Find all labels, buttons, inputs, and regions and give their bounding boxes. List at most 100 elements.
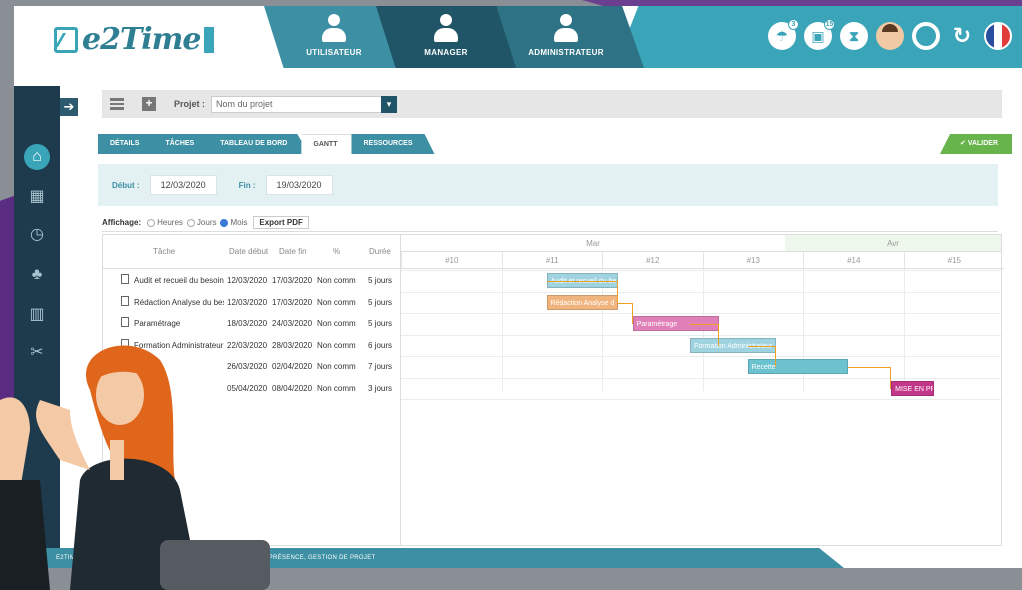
valider-button[interactable]: ✔ VALIDER (940, 134, 1012, 154)
logo-text: e2Time (82, 22, 202, 57)
option-mois-label: Mois (230, 218, 248, 227)
sidebar: ➔ ⌂ ▦ ◷ ♣ ▥ ✂ (14, 86, 78, 554)
grid-line (401, 313, 1001, 314)
task-duration: 5 jours (368, 319, 393, 328)
tab-gantt[interactable]: GANTT (301, 134, 360, 154)
chevron-down-icon: ▾ (381, 95, 398, 113)
dependency-link (690, 324, 719, 346)
month-header: Avr (785, 235, 1001, 252)
col-date-debut: Date début (229, 247, 269, 256)
task-name: Formation Administrateur (134, 340, 224, 350)
wallet-icon[interactable]: ▣ 15 (804, 19, 835, 50)
user-icon (321, 14, 347, 42)
task-end: 28/03/2020 (272, 340, 313, 350)
week-header: #13 (702, 252, 803, 269)
fin-date-field[interactable]: 19/03/2020 (265, 175, 333, 195)
task-name: UCTION (134, 383, 165, 393)
debut-date-field[interactable]: 12/03/2020 (149, 175, 217, 195)
radio-jours[interactable] (186, 218, 195, 227)
export-pdf-button[interactable]: Export PDF (253, 216, 309, 229)
radio-mois[interactable] (220, 218, 229, 227)
col-tache: Tâche (153, 247, 176, 256)
gantt-task-table: Tâche Date début Date fin % Durée Audit … (103, 235, 401, 545)
logo[interactable]: e2Time (54, 22, 214, 57)
affichage-label: Affichage: (102, 218, 142, 227)
task-start: 12/03/2020 (227, 276, 268, 285)
radio-heures[interactable] (147, 218, 156, 227)
gantt-chart: Tâche Date début Date fin % Durée Audit … (102, 234, 1004, 546)
col-date-fin: Date fin (279, 247, 307, 256)
tab-ressources[interactable]: RESSOURCES (351, 134, 435, 154)
document-icon (121, 295, 129, 306)
table-row[interactable]: Rédaction Analyse du bes 12/03/2020 17/03/… (103, 292, 401, 313)
week-header: #12 (602, 252, 703, 269)
manager-icon (433, 14, 459, 42)
sidebar-toggle-arrow-icon[interactable]: ➔ (60, 98, 78, 116)
document-icon (121, 274, 129, 284)
col-duree: Durée (369, 247, 391, 256)
week-header: #14 (803, 252, 904, 269)
role-label: UTILISATEUR (306, 48, 362, 57)
document-icon (121, 381, 129, 392)
refresh-icon[interactable]: ↻ (948, 22, 976, 50)
role-label: ADMINISTRATEUR (528, 48, 604, 57)
flag-fr-icon[interactable] (984, 22, 1012, 50)
task-duration: 3 jours (368, 383, 393, 393)
tab-details[interactable]: DÉTAILS (98, 134, 162, 154)
task-duration: 5 jours (368, 297, 393, 307)
app-window: e2Time UTILISATEUR ADMINISTRATEUR MANAGE… (14, 6, 1022, 568)
table-row[interactable]: Formation Administrateur 22/03/2020 28/03/… (103, 335, 401, 356)
power-icon[interactable] (912, 22, 940, 50)
gantt-timeline: Mar Avr #10 #11 #12 #13 #14 #15 Audit et recu… (401, 235, 1004, 545)
vacation-icon[interactable]: ☂ 3 (768, 19, 799, 50)
task-name: Rédaction Analyse du bes (134, 297, 224, 307)
clock-icon[interactable]: ◷ (24, 222, 50, 248)
task-duration: 6 jours (368, 340, 393, 350)
main-content: + Projet : Nom du projet ▾ DÉTAILS TÂCHE… (94, 88, 1012, 548)
task-end: 24/03/2020 (272, 319, 313, 328)
tab-tableau-de-bord[interactable]: TABLEAU DE BORD (208, 134, 310, 154)
table-row[interactable]: Paramétrage 18/03/2020 24/03/2020 Non comm 5… (103, 313, 401, 334)
logo-badge (203, 26, 214, 53)
col-pct: % (333, 247, 341, 256)
gantt-table-header: Tâche Date début Date fin % Durée (103, 235, 401, 269)
report-icon[interactable]: ▥ (24, 302, 50, 328)
wallet-count: 15 (824, 19, 835, 30)
vacation-count: 3 (788, 19, 799, 30)
project-toolbar: + Projet : Nom du projet ▾ (102, 90, 1002, 118)
dependency-link (618, 302, 633, 324)
fin-label: Fin : (238, 180, 256, 190)
grid-line (401, 399, 1001, 400)
task-end: 02/04/2020 (272, 362, 313, 371)
calendar-icon[interactable]: ▦ (24, 184, 50, 210)
task-name: Paramétrage (134, 319, 181, 328)
task-pct: Non comm (317, 319, 356, 328)
gantt-bar[interactable]: MISE EN PR (891, 380, 935, 396)
avatar-icon[interactable] (876, 22, 904, 50)
projet-select[interactable]: Nom du projet ▾ (211, 95, 398, 113)
header-actions: ☂ 3 ▣ 15 ⧗ ↻ (768, 19, 1012, 50)
dependency-link (747, 345, 777, 367)
dependency-link (546, 281, 619, 303)
document-icon (121, 317, 129, 327)
tab-taches[interactable]: TÂCHES (153, 134, 217, 154)
table-row[interactable]: UCTION 05/04/2020 08/04/2020 Non comm 3 jour… (103, 378, 401, 399)
grid-line (501, 269, 503, 391)
document-icon (121, 360, 129, 370)
list-icon[interactable] (110, 98, 124, 110)
add-icon[interactable]: + (142, 97, 156, 111)
hourglass-icon[interactable]: ⧗ (840, 22, 868, 50)
role-label: MANAGER (424, 48, 468, 57)
table-row[interactable]: 26/03/2020 02/04/2020 Non comm 7 jours (103, 356, 401, 377)
home-icon[interactable]: ⌂ (24, 144, 50, 170)
team-icon[interactable]: ♣ (24, 262, 50, 288)
role-manager[interactable]: MANAGER (376, 6, 516, 68)
display-options: Affichage: Heures Jours Mois Export PDF (102, 214, 998, 232)
task-start: 26/03/2020 (227, 362, 268, 371)
tools-icon[interactable]: ✂ (24, 340, 50, 366)
task-pct: Non comm (317, 340, 356, 350)
grid-line (401, 270, 1001, 271)
table-row[interactable]: Audit et recueil du besoin 12/03/2020 17/0… (103, 270, 401, 291)
document-icon (121, 338, 129, 349)
task-duration: 7 jours (368, 362, 393, 371)
